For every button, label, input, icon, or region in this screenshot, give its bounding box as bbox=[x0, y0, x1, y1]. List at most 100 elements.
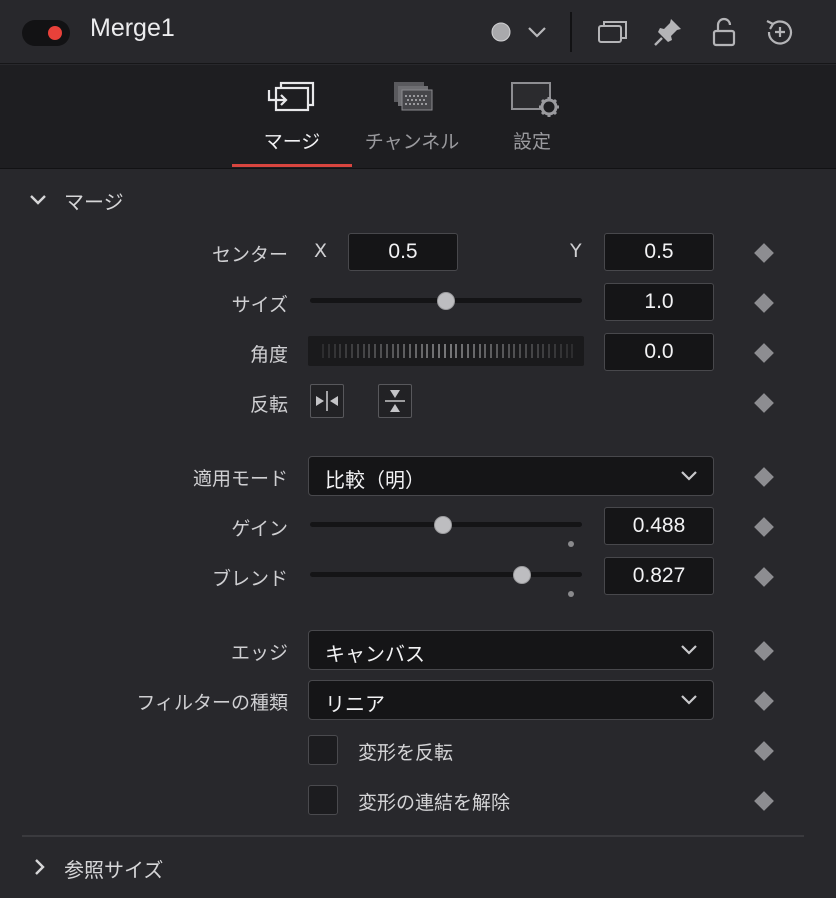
blend-label: ブレンド bbox=[211, 568, 288, 590]
tab-merge-label: マージ bbox=[263, 131, 321, 153]
reset-icon[interactable] bbox=[762, 14, 798, 50]
flatten-transform-keyframe-icon[interactable] bbox=[754, 791, 774, 811]
flatten-transform-label: 変形の連結を解除 bbox=[358, 792, 511, 814]
blend-default-marker bbox=[568, 591, 574, 597]
angle-wheel-tick bbox=[409, 344, 411, 358]
angle-wheel-tick bbox=[507, 344, 510, 358]
angle-wheel-tick bbox=[420, 344, 423, 358]
flip-vertical-button[interactable] bbox=[378, 384, 412, 418]
blend-keyframe-icon[interactable] bbox=[754, 567, 774, 587]
invert-transform-keyframe-icon[interactable] bbox=[754, 741, 774, 761]
angle-keyframe-icon[interactable] bbox=[754, 343, 774, 363]
pin-icon[interactable] bbox=[650, 14, 686, 50]
inspector-header: Merge1 bbox=[0, 0, 836, 64]
center-keyframe-icon[interactable] bbox=[754, 243, 774, 263]
enabled-dot-icon bbox=[48, 26, 62, 40]
angle-wheel-tick bbox=[467, 344, 469, 358]
size-label: サイズ bbox=[231, 294, 288, 316]
settings-tab-icon bbox=[511, 82, 559, 117]
chevron-down-icon bbox=[30, 195, 46, 205]
color-dot-icon[interactable] bbox=[484, 14, 520, 50]
gain-field[interactable]: 0.488 bbox=[604, 507, 714, 545]
invert-transform-label: 変形を反転 bbox=[358, 742, 454, 764]
blend-slider-thumb[interactable] bbox=[512, 566, 531, 584]
angle-wheel-tick bbox=[484, 344, 487, 358]
angle-wheel-tick bbox=[414, 344, 417, 358]
tab-channels[interactable]: チャンネル bbox=[352, 65, 472, 169]
angle-wheel-tick bbox=[559, 344, 562, 358]
apply-mode-label: 適用モード bbox=[192, 468, 288, 490]
invert-transform-checkbox[interactable] bbox=[308, 735, 338, 765]
angle-wheel-tick bbox=[374, 344, 377, 358]
angle-wheel-tick bbox=[351, 344, 353, 358]
angle-wheel-tick bbox=[438, 344, 440, 358]
filter-keyframe-icon[interactable] bbox=[754, 691, 774, 711]
angle-thumbwheel[interactable] bbox=[308, 336, 584, 366]
flip-keyframe-icon[interactable] bbox=[754, 393, 774, 413]
angle-wheel-tick bbox=[525, 344, 527, 358]
angle-wheel-tick bbox=[397, 344, 400, 358]
chevron-down-icon[interactable] bbox=[520, 14, 556, 50]
tab-settings[interactable]: 設定 bbox=[472, 65, 592, 169]
size-field[interactable]: 1.0 bbox=[604, 283, 714, 321]
angle-label: 角度 bbox=[249, 344, 288, 366]
angle-wheel-tick bbox=[368, 344, 371, 358]
lock-icon[interactable] bbox=[706, 14, 742, 50]
apply-mode-value: 比較（明） bbox=[325, 468, 425, 492]
tab-channels-label: チャンネル bbox=[364, 131, 460, 153]
angle-wheel-tick bbox=[461, 344, 464, 358]
gain-slider-thumb[interactable] bbox=[434, 516, 453, 534]
chevron-down-icon bbox=[681, 645, 697, 655]
apply-mode-keyframe-icon[interactable] bbox=[754, 467, 774, 487]
angle-wheel-tick bbox=[449, 344, 452, 358]
angle-wheel-tick bbox=[536, 344, 539, 358]
angle-field[interactable]: 0.0 bbox=[604, 333, 714, 371]
angle-wheel-tick bbox=[327, 344, 330, 358]
angle-wheel-tick bbox=[333, 344, 336, 358]
edges-keyframe-icon[interactable] bbox=[754, 641, 774, 661]
filter-value: リニア bbox=[325, 692, 385, 716]
size-keyframe-icon[interactable] bbox=[754, 293, 774, 313]
flatten-transform-checkbox[interactable] bbox=[308, 785, 338, 815]
tab-merge[interactable]: マージ bbox=[232, 65, 352, 169]
angle-wheel-tick bbox=[542, 344, 545, 358]
size-slider-thumb[interactable] bbox=[437, 292, 455, 310]
edges-value: キャンバス bbox=[325, 642, 425, 666]
angle-wheel-tick bbox=[403, 344, 406, 358]
blend-slider[interactable] bbox=[310, 572, 582, 577]
flip-horizontal-button[interactable] bbox=[310, 384, 344, 418]
angle-wheel-tick bbox=[530, 344, 533, 358]
channels-tab-icon bbox=[394, 82, 433, 111]
gain-keyframe-icon[interactable] bbox=[754, 517, 774, 537]
angle-wheel-tick bbox=[501, 344, 504, 358]
angle-wheel-tick bbox=[380, 344, 382, 358]
angle-wheel-tick bbox=[391, 344, 394, 358]
section-divider bbox=[22, 835, 804, 837]
angle-wheel-tick bbox=[519, 344, 522, 358]
center-label: センター bbox=[211, 244, 288, 266]
gain-label: ゲイン bbox=[231, 518, 288, 540]
section-reference-size-title: 参照サイズ bbox=[64, 858, 164, 882]
center-y-field[interactable]: 0.5 bbox=[604, 233, 714, 271]
flip-label: 反転 bbox=[249, 394, 288, 416]
center-x-field[interactable]: 0.5 bbox=[348, 233, 458, 271]
section-merge-title: マージ bbox=[64, 190, 124, 214]
chevron-down-icon bbox=[681, 695, 697, 705]
angle-wheel-tick bbox=[490, 344, 493, 358]
chevron-down-icon bbox=[681, 471, 697, 481]
filter-dropdown[interactable]: リニア bbox=[308, 680, 714, 720]
angle-wheel-tick bbox=[356, 344, 359, 358]
angle-wheel-tick bbox=[362, 344, 365, 358]
angle-wheel-tick bbox=[432, 344, 435, 358]
angle-wheel-tick bbox=[548, 344, 551, 358]
angle-wheel-tick bbox=[513, 344, 516, 358]
angle-wheel-tick bbox=[472, 344, 475, 358]
apply-mode-dropdown[interactable]: 比較（明） bbox=[308, 456, 714, 496]
angle-wheel-tick bbox=[478, 344, 481, 358]
header-divider bbox=[570, 12, 572, 52]
edges-label: エッジ bbox=[230, 642, 288, 664]
blend-field[interactable]: 0.827 bbox=[604, 557, 714, 595]
node-enable-toggle[interactable] bbox=[22, 20, 70, 46]
edges-dropdown[interactable]: キャンバス bbox=[308, 630, 714, 670]
duplicate-icon[interactable] bbox=[594, 14, 630, 50]
